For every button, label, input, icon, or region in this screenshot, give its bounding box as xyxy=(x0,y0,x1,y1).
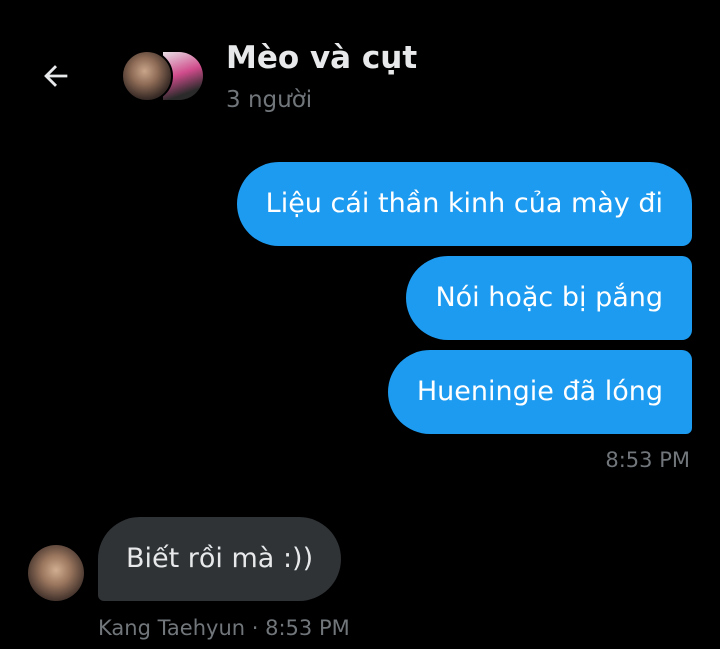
arrow-left-icon xyxy=(44,65,68,87)
participant-count[interactable]: 3 người xyxy=(226,87,312,113)
sender-avatar[interactable] xyxy=(28,545,84,601)
incoming-message-bubble[interactable]: Biết rồi mà :)) xyxy=(98,517,342,601)
outgoing-message-bubble[interactable]: Hueningie đã lóng xyxy=(387,350,692,434)
incoming-message-meta: Kang Taehyun · 8:53 PM xyxy=(98,616,350,640)
outgoing-timestamp: 8:53 PM xyxy=(605,448,690,472)
group-avatar[interactable] xyxy=(121,50,205,102)
back-button[interactable] xyxy=(36,56,76,96)
meta-separator: · xyxy=(245,616,266,640)
member-avatar-primary xyxy=(121,50,173,102)
conversation-title[interactable]: Mèo và cụt xyxy=(226,40,417,76)
incoming-timestamp: 8:53 PM xyxy=(265,616,350,640)
sender-name[interactable]: Kang Taehyun xyxy=(98,616,245,640)
outgoing-message-bubble[interactable]: Nói hoặc bị pắng xyxy=(406,256,692,340)
outgoing-message-bubble[interactable]: Liệu cái thần kinh của mày đi xyxy=(236,162,692,246)
